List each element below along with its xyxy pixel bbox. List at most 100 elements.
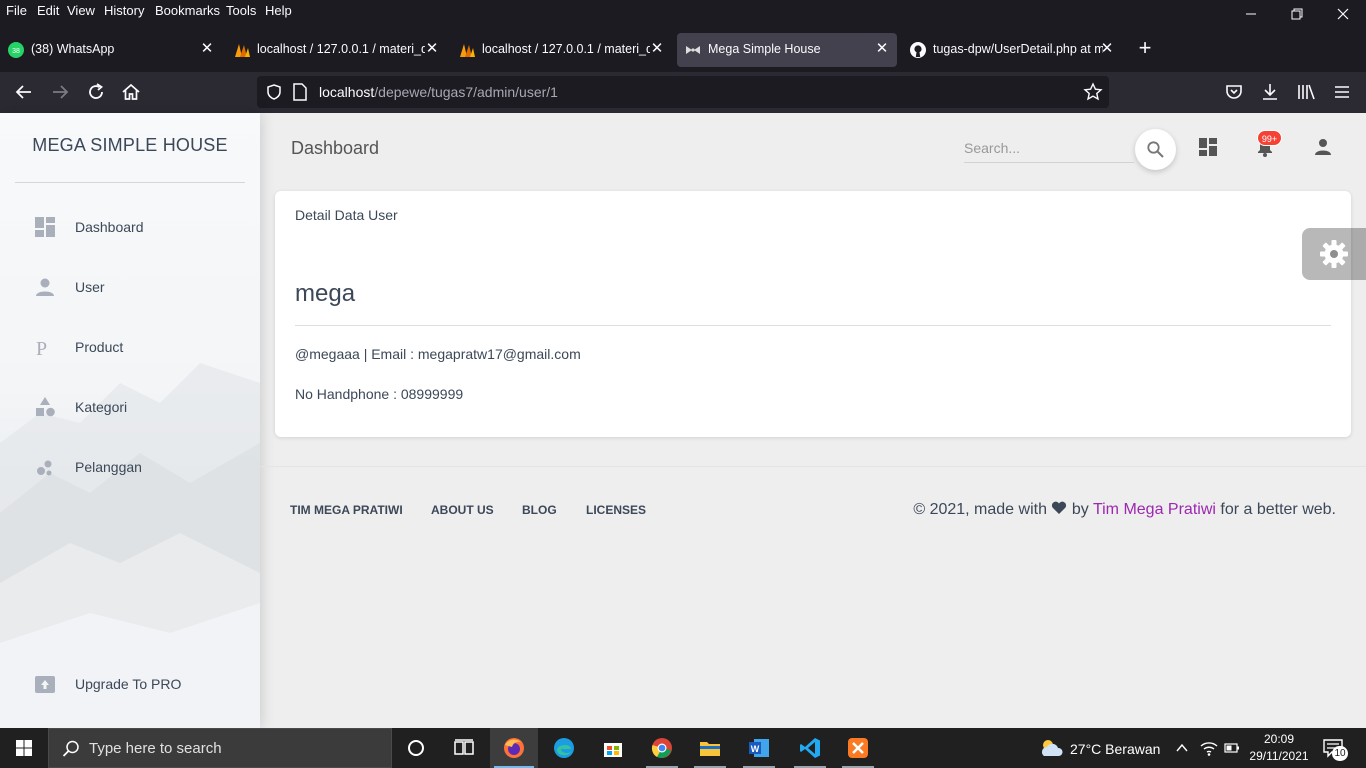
bookmark-star-icon[interactable] — [1083, 82, 1103, 102]
tab-label: (38) WhatsApp — [31, 42, 115, 56]
tab-phpmyadmin-1[interactable]: localhost / 127.0.0.1 / materi_do ✕ — [226, 33, 448, 67]
page-icon — [293, 83, 307, 101]
footer-brand-link[interactable]: Tim Mega Pratiwi — [1093, 501, 1216, 518]
whatsapp-icon: 38 — [8, 42, 24, 58]
tab-whatsapp[interactable]: 38 (38) WhatsApp ✕ — [0, 33, 224, 67]
store-icon — [604, 743, 622, 757]
notification-badge: 99+ — [1257, 130, 1282, 146]
sidebar: MEGA SIMPLE HOUSE Dashboard User P Produ… — [0, 113, 260, 728]
page-title[interactable]: Dashboard — [291, 138, 379, 159]
menu-file[interactable]: File — [6, 3, 27, 18]
tab-phpmyadmin-2[interactable]: localhost / 127.0.0.1 / materi_do ✕ — [451, 33, 673, 67]
phpmyadmin-icon — [235, 44, 250, 57]
weather-cloud-icon[interactable] — [1038, 736, 1064, 760]
back-icon[interactable] — [12, 80, 36, 104]
url-bar[interactable]: localhost/depewe/tugas7/admin/user/1 — [257, 76, 1109, 108]
pocket-icon[interactable] — [1222, 80, 1246, 104]
sidebar-item-kategori[interactable]: Kategori — [0, 388, 260, 428]
vscode-icon — [800, 738, 820, 758]
taskbar-word[interactable]: W — [735, 728, 783, 768]
firefox-icon — [504, 738, 524, 758]
sidebar-item-product[interactable]: P Product — [0, 328, 260, 368]
close-tab-icon[interactable]: ✕ — [422, 39, 442, 59]
reload-icon[interactable] — [84, 80, 108, 104]
menu-tools[interactable]: Tools — [226, 3, 256, 18]
taskbar-firefox[interactable] — [490, 728, 538, 768]
battery-icon[interactable] — [1224, 741, 1240, 755]
taskbar-search[interactable]: Type here to search — [48, 728, 392, 768]
restore-icon[interactable] — [1287, 4, 1307, 24]
heart-icon — [1052, 501, 1067, 514]
footer-link-blog[interactable]: BLOG — [522, 503, 557, 517]
footer-divider — [260, 466, 1366, 467]
minimize-icon[interactable] — [1241, 4, 1261, 24]
menu-history[interactable]: History — [104, 3, 144, 18]
downloads-icon[interactable] — [1258, 80, 1282, 104]
taskbar-chrome[interactable] — [638, 728, 686, 768]
wifi-icon[interactable] — [1200, 740, 1218, 756]
menu-edit[interactable]: Edit — [37, 3, 59, 18]
menu-bookmarks[interactable]: Bookmarks — [155, 3, 220, 18]
windows-logo-icon — [16, 740, 32, 756]
user-detail-card: Detail Data User mega @megaaa | Email : … — [275, 191, 1351, 437]
gear-icon — [1320, 240, 1348, 268]
browser-menubar: File Edit View History Bookmarks Tools H… — [0, 0, 1366, 28]
p-letter-icon: P — [36, 338, 47, 358]
chevron-up-icon[interactable] — [1175, 741, 1189, 755]
menu-view[interactable]: View — [67, 3, 95, 18]
tab-label: localhost / 127.0.0.1 / materi_do — [257, 42, 425, 56]
footer-link-licenses[interactable]: LICENSES — [586, 503, 646, 517]
tab-github[interactable]: tugas-dpw/UserDetail.php at m ✕ — [902, 33, 1122, 67]
card-header: Detail Data User — [295, 207, 398, 223]
svg-text:P: P — [36, 338, 47, 358]
taskbar-file-explorer[interactable] — [686, 728, 734, 768]
start-button[interactable] — [0, 728, 48, 768]
sidebar-item-pelanggan[interactable]: Pelanggan — [0, 448, 260, 488]
new-tab-icon[interactable]: + — [1134, 37, 1156, 60]
close-tab-icon[interactable]: ✕ — [872, 39, 892, 59]
close-tab-icon[interactable]: ✕ — [197, 39, 217, 59]
action-center-button[interactable]: 10 — [1322, 738, 1348, 761]
shield-icon[interactable] — [265, 83, 283, 101]
person-icon[interactable] — [1312, 136, 1334, 158]
svg-text:W: W — [751, 744, 760, 754]
settings-plugin-button[interactable] — [1302, 228, 1366, 280]
copyright: © 2021, made with by Tim Mega Pratiwi fo… — [913, 501, 1336, 518]
brand-divider — [15, 182, 245, 183]
taskbar-search-placeholder: Type here to search — [89, 740, 222, 757]
phpmyadmin-icon — [460, 44, 475, 57]
sidebar-item-label: Upgrade To PRO — [75, 676, 182, 692]
sidebar-item-label: User — [75, 279, 105, 295]
close-window-icon[interactable] — [1333, 4, 1353, 24]
taskbar-edge[interactable] — [540, 728, 588, 768]
sidebar-item-user[interactable]: User — [0, 268, 260, 308]
menu-help[interactable]: Help — [265, 3, 292, 18]
home-icon[interactable] — [119, 80, 143, 104]
library-icon[interactable] — [1294, 80, 1318, 104]
taskbar-vscode[interactable] — [786, 728, 834, 768]
cortana-icon — [408, 740, 424, 756]
sidebar-item-upgrade[interactable]: Upgrade To PRO — [0, 665, 260, 705]
brand-title[interactable]: MEGA SIMPLE HOUSE — [15, 135, 245, 156]
tab-mega-simple-house[interactable]: Mega Simple House ✕ — [677, 33, 897, 67]
sidebar-item-label: Kategori — [75, 399, 128, 415]
hamburger-menu-icon[interactable] — [1330, 80, 1354, 104]
cortana-button[interactable] — [392, 728, 440, 768]
taskbar-xampp[interactable] — [834, 728, 882, 768]
dashboard-icon[interactable] — [1197, 136, 1219, 158]
close-tab-icon[interactable]: ✕ — [1097, 39, 1117, 59]
bubble-chart-icon — [37, 460, 52, 476]
close-tab-icon[interactable]: ✕ — [647, 39, 667, 59]
taskbar-store[interactable] — [589, 728, 637, 768]
clock-date[interactable]: 29/11/2021 — [1248, 749, 1310, 763]
sidebar-item-dashboard[interactable]: Dashboard — [0, 208, 260, 248]
footer-link-about[interactable]: ABOUT US — [431, 503, 494, 517]
footer-link-tim[interactable]: TIM MEGA PRATIWI — [290, 503, 403, 517]
task-view-icon — [454, 739, 474, 755]
search-input[interactable] — [964, 133, 1134, 163]
forward-icon[interactable] — [48, 80, 72, 104]
search-button[interactable] — [1135, 129, 1176, 170]
clock-time[interactable]: 20:09 — [1248, 732, 1310, 746]
task-view-button[interactable] — [440, 728, 488, 768]
weather-text[interactable]: 27°C Berawan — [1070, 741, 1160, 757]
